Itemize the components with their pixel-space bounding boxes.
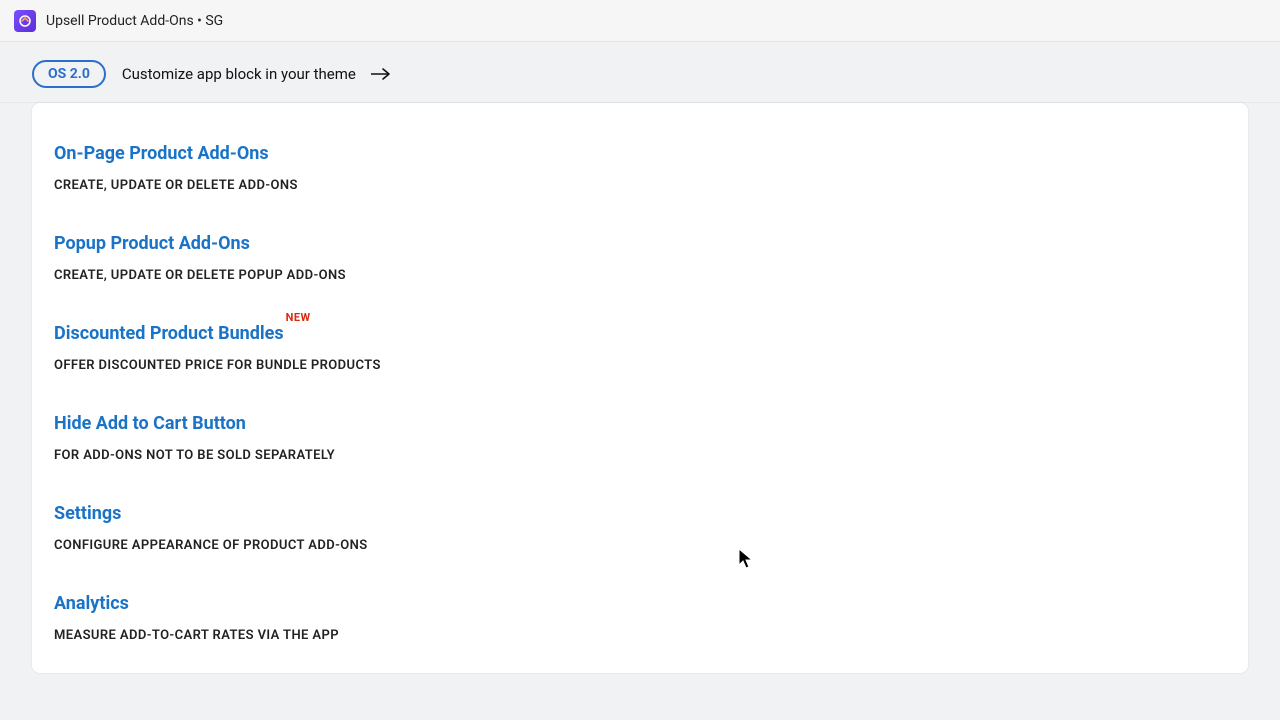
new-badge: NEW: [286, 311, 311, 324]
link-bundles[interactable]: Discounted Product Bundles: [54, 323, 284, 344]
desc-analytics: MEASURE ADD-TO-CART RATES VIA THE APP: [54, 628, 1226, 643]
theme-banner[interactable]: OS 2.0 Customize app block in your theme: [0, 42, 1280, 103]
link-analytics[interactable]: Analytics: [54, 593, 129, 614]
link-settings[interactable]: Settings: [54, 503, 121, 524]
link-popup-addons[interactable]: Popup Product Add-Ons: [54, 233, 250, 254]
app-title: Upsell Product Add-Ons • SG: [46, 13, 223, 29]
main-card: On-Page Product Add-Ons CREATE, UPDATE O…: [32, 103, 1248, 673]
section-analytics: Analytics MEASURE ADD-TO-CART RATES VIA …: [54, 593, 1226, 643]
topbar: Upsell Product Add-Ons • SG: [0, 0, 1280, 42]
desc-popup-addons: CREATE, UPDATE OR DELETE POPUP ADD-ONS: [54, 268, 1226, 283]
os-version-pill: OS 2.0: [32, 60, 106, 88]
section-on-page-addons: On-Page Product Add-Ons CREATE, UPDATE O…: [54, 143, 1226, 193]
arrow-right-icon: [370, 67, 392, 81]
banner-text: Customize app block in your theme: [122, 65, 356, 83]
section-hide-cart: Hide Add to Cart Button FOR ADD-ONS NOT …: [54, 413, 1226, 463]
desc-on-page-addons: CREATE, UPDATE OR DELETE ADD-ONS: [54, 178, 1226, 193]
section-bundles: Discounted Product Bundles NEW OFFER DIS…: [54, 323, 1226, 373]
desc-settings: CONFIGURE APPEARANCE OF PRODUCT ADD-ONS: [54, 538, 1226, 553]
section-popup-addons: Popup Product Add-Ons CREATE, UPDATE OR …: [54, 233, 1226, 283]
desc-bundles: OFFER DISCOUNTED PRICE FOR BUNDLE PRODUC…: [54, 358, 1226, 373]
section-settings: Settings CONFIGURE APPEARANCE OF PRODUCT…: [54, 503, 1226, 553]
link-on-page-addons[interactable]: On-Page Product Add-Ons: [54, 143, 269, 164]
desc-hide-cart: FOR ADD-ONS NOT TO BE SOLD SEPARATELY: [54, 448, 1226, 463]
app-icon: [14, 10, 36, 32]
link-hide-cart[interactable]: Hide Add to Cart Button: [54, 413, 246, 434]
